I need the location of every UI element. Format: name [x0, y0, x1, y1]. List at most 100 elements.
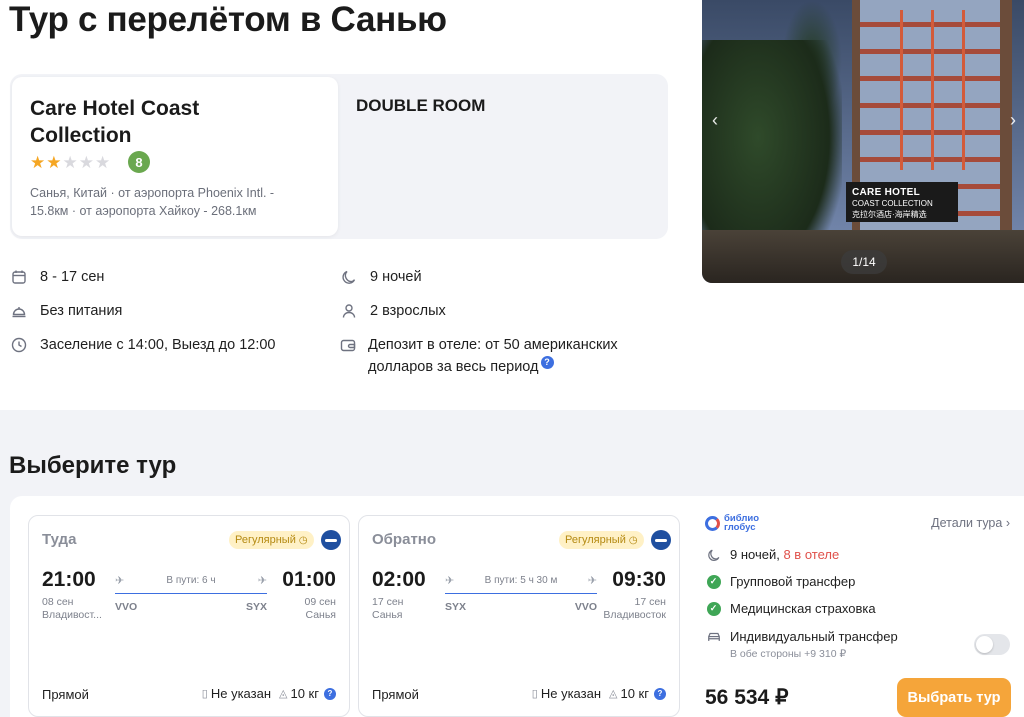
star-icon: ★ [78, 153, 94, 172]
group-transfer: ✓ Групповой трансфер [706, 574, 855, 589]
chevron-left-icon[interactable]: ‹ [712, 110, 718, 131]
hand-luggage-icon: ▯ [531, 688, 538, 700]
photo-counter: 1/14 [841, 250, 887, 274]
route-line [445, 593, 597, 594]
tour-summary: библио глобус Детали тура › 9 ночей, 8 в … [700, 505, 1024, 717]
regular-badge-label: Регулярный [235, 534, 296, 546]
baggage-info: ▯ Не указан ◬ 10 кг ? [524, 686, 666, 701]
chevron-right-icon[interactable]: › [1010, 110, 1016, 131]
star-icon: ★ [95, 153, 111, 172]
info-guests: 2 взрослых [340, 300, 446, 322]
individual-transfer-toggle[interactable] [974, 634, 1010, 655]
hotel-location: Санья, Китай · от аэропорта Phoenix Intl… [30, 186, 275, 218]
tour-header-section: Тур с перелётом в Санью Care Hotel Coast… [0, 0, 1024, 410]
info-nights: 9 ночей [340, 266, 422, 288]
star-icon: ★ [30, 153, 46, 172]
airline-logo-icon [651, 530, 671, 550]
flight-duration: В пути: 6 ч [166, 575, 216, 586]
tour-details-label: Детали тура [931, 516, 1003, 530]
info-icon[interactable]: ? [324, 687, 336, 700]
individual-transfer: Индивидуальный трансфер [706, 629, 898, 644]
star-icon: ★ [46, 153, 62, 172]
luggage-value: 10 кг [620, 686, 649, 701]
departure-airport-code: VVO [115, 601, 138, 613]
info-dates: 8 - 17 сен [10, 266, 104, 288]
check-icon: ✓ [706, 601, 721, 616]
hotel-name[interactable]: Care Hotel Coast Collection [30, 95, 280, 149]
tour-details-link[interactable]: Детали тура › [931, 516, 1010, 530]
departure-date: 08 сен [42, 596, 74, 608]
arrival-date: 17 сен [634, 596, 667, 608]
photo-sign-sub: COAST COLLECTION [852, 199, 933, 208]
meal-text: Без питания [40, 303, 123, 319]
rating-badge: 8 [128, 151, 150, 173]
photo-sign-cn: 克拉尔酒店·海岸精选 [852, 210, 927, 219]
flight-type: Прямой [372, 687, 419, 702]
photo-window-grid [872, 10, 992, 170]
arrival-info: 09 сен Санья [305, 596, 337, 622]
operator-name: библио глобус [724, 514, 759, 533]
clock-icon: ◷ [628, 534, 638, 546]
chevron-right-icon: › [1005, 516, 1010, 530]
clock-icon [10, 334, 28, 356]
operator-name-line2: глобус [724, 522, 756, 533]
departure-city: Санья [372, 609, 403, 621]
individual-transfer-label: Индивидуальный трансфер [730, 629, 898, 644]
moon-icon [340, 266, 358, 288]
tour-nights-hotel: 8 в отеле [783, 547, 840, 562]
toggle-knob [976, 636, 993, 653]
nights-text: 9 ночей [370, 269, 422, 285]
hand-luggage-icon: ▯ [201, 688, 208, 700]
arrival-date: 09 сен [304, 596, 337, 608]
operator-logo-icon [705, 515, 720, 531]
operator-logo: библио глобус [705, 514, 759, 532]
tour-price: 56 534 ₽ [705, 686, 789, 709]
flight-direction: Туда [42, 531, 77, 548]
star-icon: ★ [62, 153, 78, 172]
arrival-time: 09:30 [612, 568, 666, 591]
wallet-icon [340, 334, 356, 356]
individual-transfer-price: В обе стороны +9 310 ₽ [730, 648, 847, 660]
info-meal: Без питания [10, 300, 122, 322]
departure-time: 02:00 [372, 568, 426, 591]
departure-city: Владивост... [42, 609, 102, 621]
info-deposit: Депозит в отеле: от 50 американских долл… [340, 334, 640, 378]
cloche-icon [10, 300, 28, 322]
arrival-time: 01:00 [282, 568, 336, 591]
arrival-info: 17 сен Владивосток [603, 596, 666, 622]
departure-date: 17 сен [372, 596, 404, 608]
medical-insurance-label: Медицинская страховка [730, 601, 876, 616]
section-title: Выберите тур [9, 452, 177, 479]
airline-logo-icon [321, 530, 341, 550]
luggage-icon: ◬ [279, 688, 288, 700]
departure-info: 17 сен Санья [372, 596, 404, 622]
photo-sign-main: CARE HOTEL [852, 187, 920, 198]
moon-icon [706, 547, 721, 562]
arrival-airport-code: SYX [245, 601, 267, 613]
hotel-card[interactable]: Care Hotel Coast Collection ★ ★ ★ ★ ★ 8 … [12, 77, 338, 236]
departure-time: 21:00 [42, 568, 96, 591]
flight-return: Обратно Регулярный ◷ 02:00 17 сен Санья ✈ … [358, 515, 680, 717]
flight-route: ✈ В пути: 6 ч ✈ VVO SYX [115, 574, 267, 614]
hotel-stars: ★ ★ ★ ★ ★ [30, 154, 110, 171]
calendar-icon [10, 266, 28, 288]
hotel-photo-gallery[interactable]: CARE HOTEL COAST COLLECTION 克拉尔酒店·海岸精选 ‹… [702, 0, 1024, 283]
choose-tour-button[interactable]: Выбрать тур [897, 678, 1011, 717]
hand-luggage-value: Не указан [210, 686, 272, 701]
checkin-text: Заселение с 14:00, Выезд до 12:00 [40, 337, 276, 353]
regular-badge: Регулярный ◷ [559, 531, 644, 549]
group-transfer-label: Групповой трансфер [730, 574, 856, 589]
car-icon [706, 629, 721, 644]
baggage-info: ▯ Не указан ◬ 10 кг ? [194, 686, 336, 701]
hand-luggage-value: Не указан [540, 686, 602, 701]
luggage-value: 10 кг [290, 686, 319, 701]
page-title: Тур с перелётом в Санью [9, 0, 447, 39]
regular-badge-label: Регулярный [565, 534, 626, 546]
info-icon[interactable]: ? [654, 687, 666, 700]
regular-badge: Регулярный ◷ [229, 531, 314, 549]
help-icon[interactable]: ? [540, 355, 554, 369]
medical-insurance: ✓ Медицинская страховка [706, 601, 876, 616]
departure-airport-code: SYX [445, 601, 467, 613]
landing-icon: ✈ [587, 575, 597, 587]
deposit-label: Депозит в отеле: от 50 американских долл… [368, 337, 618, 375]
